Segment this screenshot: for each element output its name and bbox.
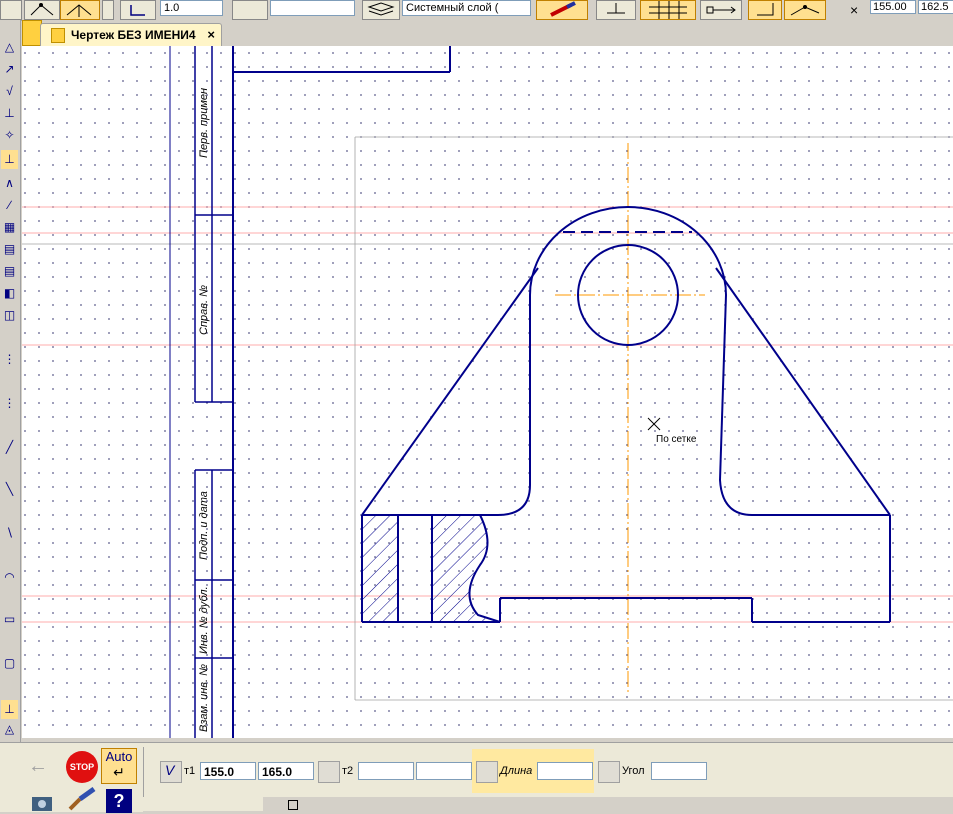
step-value: 1.0	[164, 2, 180, 14]
angle-field[interactable]	[651, 762, 707, 780]
layers-icon[interactable]	[362, 0, 400, 20]
auto-button[interactable]: Auto ↵	[101, 748, 137, 784]
stop-button[interactable]: STOP	[66, 751, 98, 783]
camera-icon[interactable]	[28, 791, 58, 811]
auto-label: Auto	[105, 749, 133, 764]
circle-tool-icon[interactable]: ◠	[1, 568, 18, 587]
document-icon	[51, 28, 65, 43]
polyline-tool-icon[interactable]: ╲	[1, 480, 18, 499]
linestyle-combo[interactable]	[270, 0, 355, 16]
line-tool-icon[interactable]: ⋮	[1, 394, 18, 413]
drawing-svg[interactable]: Перв. примен Справ. № Подп. и дата Инв. …	[22, 46, 953, 738]
tab-document[interactable]: Чертеж БЕЗ ИМЕНИ4 ×	[40, 23, 222, 46]
check-arrow-icon[interactable]: √	[1, 82, 18, 101]
t1-x-field[interactable]: 155.0	[200, 762, 256, 780]
geometry-tool-icon[interactable]: ⊥	[1, 150, 18, 169]
t2-y-field[interactable]	[416, 762, 472, 780]
label-podp-i-data: Подп. и дата	[198, 491, 210, 560]
layer-combo[interactable]: Системный слой (	[402, 0, 531, 16]
coord-arrow-icon[interactable]	[700, 0, 742, 20]
coord-y-value: 162.5	[921, 1, 949, 13]
label-sprav-no: Справ. №	[198, 285, 210, 335]
segment-tool-icon[interactable]: ╱	[1, 438, 18, 457]
ortho-mode-button[interactable]	[120, 0, 156, 20]
help-label: ?	[113, 791, 125, 811]
t1-y-field[interactable]: 165.0	[258, 762, 314, 780]
tab-strip-left-marker	[22, 20, 42, 46]
grid-icon[interactable]	[640, 0, 696, 20]
coord-x-value: 155.00	[873, 1, 907, 13]
t1-x-value: 155.0	[204, 765, 235, 779]
label-vzam-inv-no: Взам. инв. №	[198, 664, 210, 732]
point-check-button[interactable]: V	[160, 761, 182, 783]
local-cs-icon[interactable]	[748, 0, 782, 20]
top-toolbar: 1.0 Системный слой ( × 155.00 162.5	[0, 0, 953, 21]
t1-label: т1	[184, 765, 196, 777]
pencil-icon[interactable]	[536, 0, 588, 20]
help-button[interactable]: ?	[106, 789, 132, 813]
properties-icon[interactable]: ▦	[1, 218, 18, 237]
cursor-tool-icon[interactable]	[0, 0, 22, 20]
edit-tool-icon[interactable]: ∕	[1, 196, 18, 215]
left-toolbar: △ ↗ √ ⊥ ✧ ⊥ ∧ ∕ ▦ ▤ ▤ ◧ ◫ ⋮ ⋮ ╱ ╲ ∖ ◠ ▭ …	[0, 20, 21, 745]
layer-up-button[interactable]	[232, 0, 268, 20]
report-icon[interactable]: ▤	[1, 262, 18, 281]
parametric-icon[interactable]: ⋮	[1, 350, 18, 369]
point-tool-icon[interactable]: ◬	[1, 720, 18, 739]
rectangle-tool-icon[interactable]: ▭	[1, 610, 18, 629]
snap-nearest-icon[interactable]	[784, 0, 826, 20]
step-combo[interactable]: 1.0	[160, 0, 223, 16]
brush-icon[interactable]	[66, 786, 98, 811]
t2-label: т2	[342, 765, 354, 777]
hatch-tool-icon[interactable]: ✧	[1, 126, 18, 145]
length-toggle-button[interactable]	[476, 761, 498, 783]
ruler-icon[interactable]: ⊥	[1, 104, 18, 123]
curve-tool-icon[interactable]: ∖	[1, 524, 18, 543]
snap-point-button[interactable]	[24, 0, 60, 20]
t1-y-value: 165.0	[262, 765, 293, 779]
angle-toggle-button[interactable]	[598, 761, 620, 783]
panel-tab-close-icon[interactable]	[288, 800, 298, 810]
layer-value: Системный слой (	[406, 2, 499, 14]
triangle-tool-icon[interactable]: △	[1, 38, 18, 57]
t2-x-field[interactable]	[358, 762, 414, 780]
close-icon[interactable]: ×	[207, 27, 215, 42]
back-arrow-icon[interactable]: ←	[28, 756, 58, 776]
point-arrow-icon[interactable]: ↗	[1, 60, 18, 79]
length-label: Длина	[500, 765, 533, 777]
label-perv-primen: Перв. примен	[198, 88, 210, 158]
t2-toggle-button[interactable]	[318, 761, 340, 783]
document-tab-title: Чертеж БЕЗ ИМЕНИ4	[71, 28, 196, 42]
spec-icon[interactable]: ▤	[1, 240, 18, 259]
toolbar-dropdown-arrow[interactable]	[102, 0, 114, 20]
layers-panel-icon[interactable]: ◫	[1, 306, 18, 325]
cursor-coord-icon: ×	[850, 2, 859, 18]
drawing-canvas[interactable]: Перв. примен Справ. № Подп. и дата Инв. …	[22, 46, 953, 738]
stop-label: STOP	[69, 762, 95, 772]
property-panel: ← STOP Auto ↵ ? V т1 155.0 165.0 т2 Длин…	[0, 742, 953, 813]
angle-label: Угол	[622, 765, 645, 777]
coord-x-field: 155.00	[870, 0, 916, 14]
perpendicular-icon[interactable]	[596, 0, 636, 20]
panel-tab-row	[143, 797, 953, 812]
snap-intersection-button[interactable]	[60, 0, 100, 20]
dimension-tool-icon[interactable]: ⊥	[1, 700, 18, 719]
offset-tool-icon[interactable]: ▢	[1, 654, 18, 673]
measure-icon[interactable]: ∧	[1, 174, 18, 193]
label-inv-no-dubl: Инв. № дубл.	[198, 586, 210, 654]
length-field[interactable]	[537, 762, 593, 780]
enter-arrow-icon: ↵	[113, 764, 125, 780]
snap-label: По сетке	[656, 434, 697, 445]
coord-y-field: 162.5	[918, 0, 953, 14]
view-icon[interactable]: ◧	[1, 284, 18, 303]
grid-dots	[22, 46, 953, 738]
panel-tab[interactable]	[143, 797, 263, 811]
